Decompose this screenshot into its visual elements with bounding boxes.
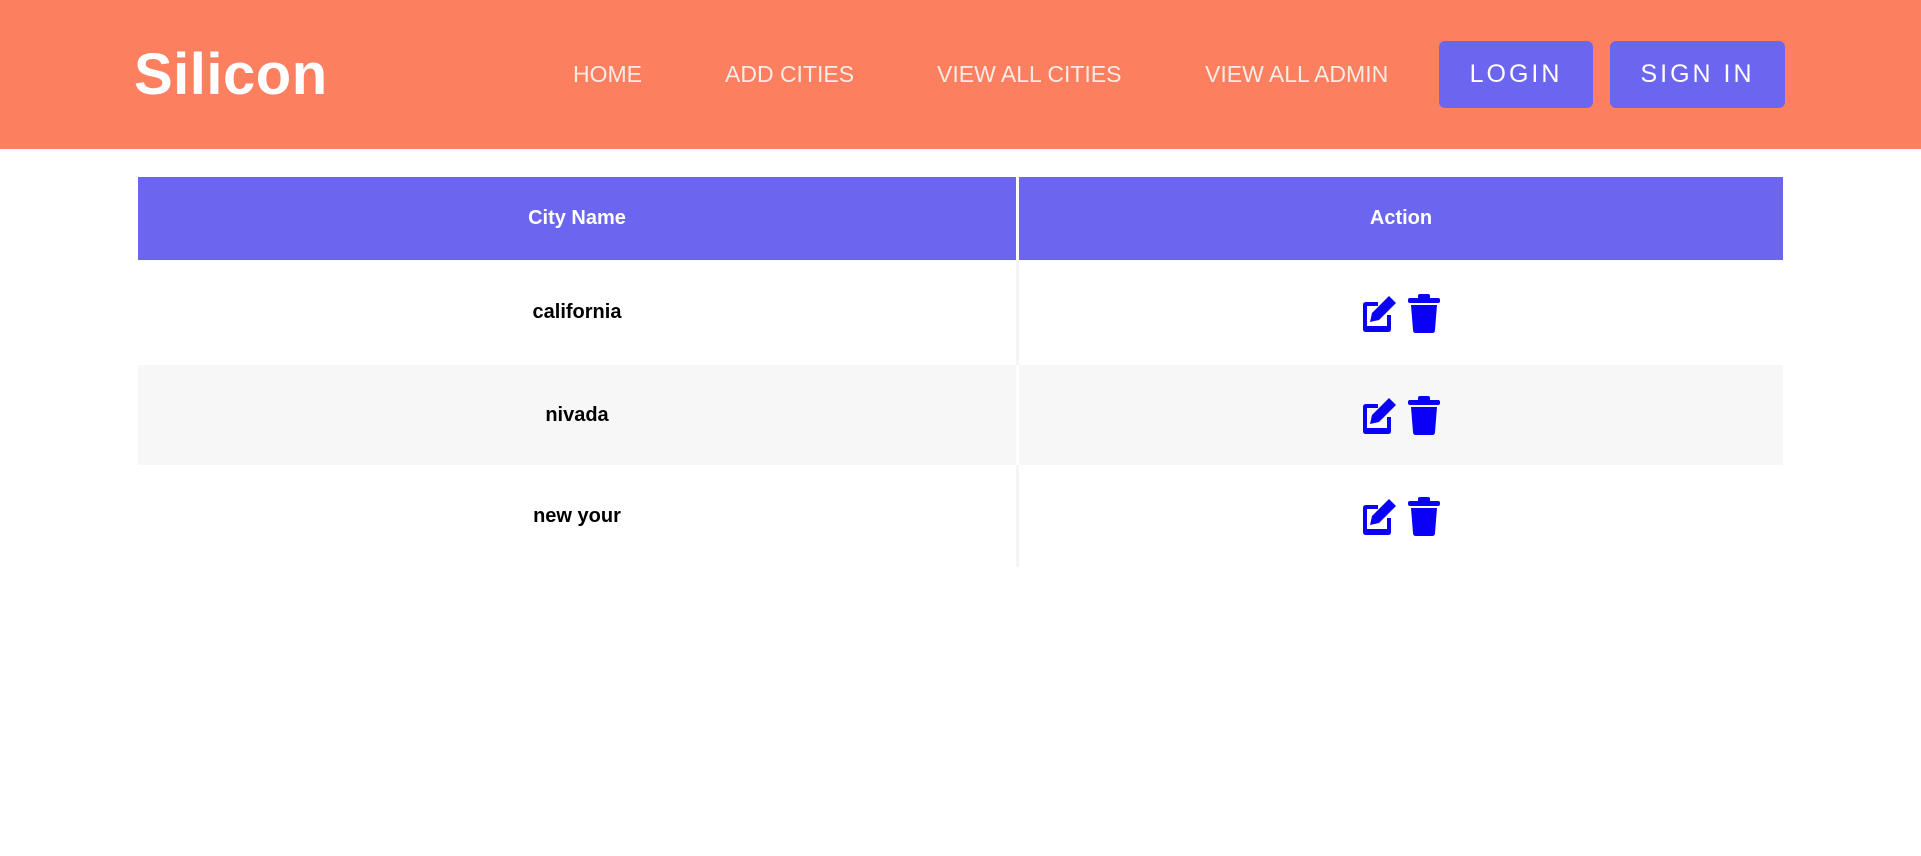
nav-link-view-all-admin[interactable]: VIEW ALL ADMIN [1205,58,1388,90]
city-name-cell: new your [533,504,621,527]
table-header-row: City Name Action [138,177,1783,260]
brand-logo-text[interactable]: Silicon [134,41,328,109]
login-button[interactable]: LOGIN [1439,41,1593,108]
table-row: california [138,260,1783,365]
action-cell [1019,365,1783,465]
edit-icon[interactable] [1358,292,1400,334]
nav-link-view-all-cities[interactable]: VIEW ALL CITIES [937,58,1121,90]
city-name-cell: california [532,301,622,323]
nav-link-add-cities[interactable]: ADD CITIES [725,58,854,90]
sign-in-button[interactable]: SIGN IN [1610,41,1785,108]
table-row: nivada [138,365,1783,465]
trash-icon[interactable] [1403,495,1445,537]
trash-icon[interactable] [1403,292,1445,334]
column-header-city-name: City Name [138,177,1016,260]
trash-icon[interactable] [1403,394,1445,436]
edit-icon[interactable] [1358,394,1400,436]
nav-link-home[interactable]: HOME [573,58,642,90]
action-cell [1019,260,1783,365]
city-name-cell: nivada [545,403,609,426]
edit-icon[interactable] [1358,495,1400,537]
column-header-action: Action [1019,177,1783,260]
table-row: new your [138,465,1783,567]
action-cell [1019,465,1783,567]
navbar: Silicon HOME ADD CITIES VIEW ALL CITIES … [0,0,1921,149]
